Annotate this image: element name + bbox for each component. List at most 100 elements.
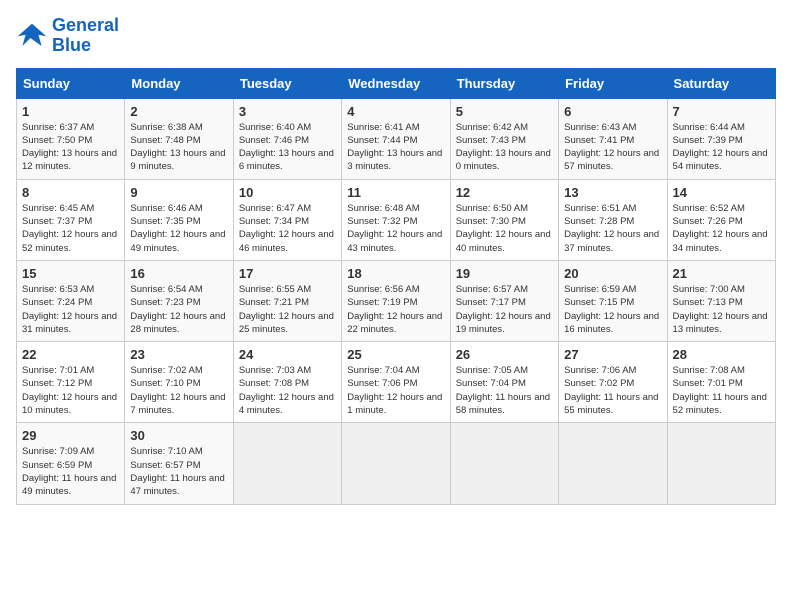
logo-icon	[16, 22, 48, 50]
calendar-cell: 15 Sunrise: 6:53 AMSunset: 7:24 PMDaylig…	[17, 260, 125, 341]
day-number: 24	[239, 347, 336, 362]
day-number: 11	[347, 185, 444, 200]
day-number: 9	[130, 185, 227, 200]
day-number: 14	[673, 185, 770, 200]
calendar-cell: 29 Sunrise: 7:09 AMSunset: 6:59 PMDaylig…	[17, 423, 125, 504]
day-detail: Sunrise: 6:54 AMSunset: 7:23 PMDaylight:…	[130, 284, 225, 335]
day-detail: Sunrise: 6:56 AMSunset: 7:19 PMDaylight:…	[347, 284, 442, 335]
day-number: 10	[239, 185, 336, 200]
day-number: 26	[456, 347, 553, 362]
day-number: 15	[22, 266, 119, 281]
calendar-cell: 7 Sunrise: 6:44 AMSunset: 7:39 PMDayligh…	[667, 98, 775, 179]
day-number: 17	[239, 266, 336, 281]
day-number: 12	[456, 185, 553, 200]
day-number: 18	[347, 266, 444, 281]
day-detail: Sunrise: 6:52 AMSunset: 7:26 PMDaylight:…	[673, 203, 768, 254]
day-detail: Sunrise: 7:02 AMSunset: 7:10 PMDaylight:…	[130, 365, 225, 416]
calendar-cell: 12 Sunrise: 6:50 AMSunset: 7:30 PMDaylig…	[450, 179, 558, 260]
weekday-header: Friday	[559, 68, 667, 98]
day-detail: Sunrise: 6:57 AMSunset: 7:17 PMDaylight:…	[456, 284, 551, 335]
day-number: 22	[22, 347, 119, 362]
calendar-cell: 1 Sunrise: 6:37 AMSunset: 7:50 PMDayligh…	[17, 98, 125, 179]
calendar-week-row: 29 Sunrise: 7:09 AMSunset: 6:59 PMDaylig…	[17, 423, 776, 504]
day-number: 3	[239, 104, 336, 119]
calendar-cell	[450, 423, 558, 504]
calendar-table: SundayMondayTuesdayWednesdayThursdayFrid…	[16, 68, 776, 505]
day-detail: Sunrise: 6:37 AMSunset: 7:50 PMDaylight:…	[22, 122, 117, 173]
day-number: 21	[673, 266, 770, 281]
calendar-cell: 9 Sunrise: 6:46 AMSunset: 7:35 PMDayligh…	[125, 179, 233, 260]
calendar-cell	[559, 423, 667, 504]
day-detail: Sunrise: 6:50 AMSunset: 7:30 PMDaylight:…	[456, 203, 551, 254]
calendar-cell: 25 Sunrise: 7:04 AMSunset: 7:06 PMDaylig…	[342, 342, 450, 423]
calendar-cell: 10 Sunrise: 6:47 AMSunset: 7:34 PMDaylig…	[233, 179, 341, 260]
day-number: 5	[456, 104, 553, 119]
calendar-cell: 2 Sunrise: 6:38 AMSunset: 7:48 PMDayligh…	[125, 98, 233, 179]
day-detail: Sunrise: 6:38 AMSunset: 7:48 PMDaylight:…	[130, 122, 225, 173]
calendar-cell: 4 Sunrise: 6:41 AMSunset: 7:44 PMDayligh…	[342, 98, 450, 179]
weekday-header: Saturday	[667, 68, 775, 98]
calendar-cell: 17 Sunrise: 6:55 AMSunset: 7:21 PMDaylig…	[233, 260, 341, 341]
day-detail: Sunrise: 6:47 AMSunset: 7:34 PMDaylight:…	[239, 203, 334, 254]
weekday-header: Monday	[125, 68, 233, 98]
weekday-row: SundayMondayTuesdayWednesdayThursdayFrid…	[17, 68, 776, 98]
day-detail: Sunrise: 6:46 AMSunset: 7:35 PMDaylight:…	[130, 203, 225, 254]
calendar-cell: 16 Sunrise: 6:54 AMSunset: 7:23 PMDaylig…	[125, 260, 233, 341]
calendar-cell: 6 Sunrise: 6:43 AMSunset: 7:41 PMDayligh…	[559, 98, 667, 179]
calendar-cell: 20 Sunrise: 6:59 AMSunset: 7:15 PMDaylig…	[559, 260, 667, 341]
calendar-cell: 24 Sunrise: 7:03 AMSunset: 7:08 PMDaylig…	[233, 342, 341, 423]
day-detail: Sunrise: 6:45 AMSunset: 7:37 PMDaylight:…	[22, 203, 117, 254]
weekday-header: Wednesday	[342, 68, 450, 98]
calendar-cell: 22 Sunrise: 7:01 AMSunset: 7:12 PMDaylig…	[17, 342, 125, 423]
weekday-header: Tuesday	[233, 68, 341, 98]
day-detail: Sunrise: 7:09 AMSunset: 6:59 PMDaylight:…	[22, 446, 116, 497]
day-number: 25	[347, 347, 444, 362]
calendar-cell: 28 Sunrise: 7:08 AMSunset: 7:01 PMDaylig…	[667, 342, 775, 423]
day-detail: Sunrise: 6:59 AMSunset: 7:15 PMDaylight:…	[564, 284, 659, 335]
day-detail: Sunrise: 7:08 AMSunset: 7:01 PMDaylight:…	[673, 365, 767, 416]
day-number: 28	[673, 347, 770, 362]
day-number: 1	[22, 104, 119, 119]
calendar-week-row: 1 Sunrise: 6:37 AMSunset: 7:50 PMDayligh…	[17, 98, 776, 179]
calendar-cell: 14 Sunrise: 6:52 AMSunset: 7:26 PMDaylig…	[667, 179, 775, 260]
day-number: 6	[564, 104, 661, 119]
calendar-cell: 30 Sunrise: 7:10 AMSunset: 6:57 PMDaylig…	[125, 423, 233, 504]
day-detail: Sunrise: 7:06 AMSunset: 7:02 PMDaylight:…	[564, 365, 658, 416]
day-detail: Sunrise: 7:04 AMSunset: 7:06 PMDaylight:…	[347, 365, 442, 416]
day-detail: Sunrise: 6:53 AMSunset: 7:24 PMDaylight:…	[22, 284, 117, 335]
calendar-body: 1 Sunrise: 6:37 AMSunset: 7:50 PMDayligh…	[17, 98, 776, 504]
calendar-cell: 23 Sunrise: 7:02 AMSunset: 7:10 PMDaylig…	[125, 342, 233, 423]
day-number: 23	[130, 347, 227, 362]
day-number: 19	[456, 266, 553, 281]
day-detail: Sunrise: 6:43 AMSunset: 7:41 PMDaylight:…	[564, 122, 659, 173]
day-number: 13	[564, 185, 661, 200]
calendar-cell: 13 Sunrise: 6:51 AMSunset: 7:28 PMDaylig…	[559, 179, 667, 260]
day-detail: Sunrise: 6:55 AMSunset: 7:21 PMDaylight:…	[239, 284, 334, 335]
calendar-cell	[342, 423, 450, 504]
calendar-cell: 21 Sunrise: 7:00 AMSunset: 7:13 PMDaylig…	[667, 260, 775, 341]
day-detail: Sunrise: 6:42 AMSunset: 7:43 PMDaylight:…	[456, 122, 551, 173]
calendar-week-row: 8 Sunrise: 6:45 AMSunset: 7:37 PMDayligh…	[17, 179, 776, 260]
day-detail: Sunrise: 6:48 AMSunset: 7:32 PMDaylight:…	[347, 203, 442, 254]
calendar-cell: 5 Sunrise: 6:42 AMSunset: 7:43 PMDayligh…	[450, 98, 558, 179]
day-detail: Sunrise: 6:44 AMSunset: 7:39 PMDaylight:…	[673, 122, 768, 173]
logo-text: General Blue	[52, 16, 119, 56]
logo: General Blue	[16, 16, 119, 56]
day-detail: Sunrise: 7:10 AMSunset: 6:57 PMDaylight:…	[130, 446, 224, 497]
day-detail: Sunrise: 6:40 AMSunset: 7:46 PMDaylight:…	[239, 122, 334, 173]
day-number: 8	[22, 185, 119, 200]
calendar-cell	[667, 423, 775, 504]
day-number: 2	[130, 104, 227, 119]
day-number: 30	[130, 428, 227, 443]
day-number: 7	[673, 104, 770, 119]
calendar-cell: 26 Sunrise: 7:05 AMSunset: 7:04 PMDaylig…	[450, 342, 558, 423]
calendar-cell: 27 Sunrise: 7:06 AMSunset: 7:02 PMDaylig…	[559, 342, 667, 423]
day-detail: Sunrise: 7:05 AMSunset: 7:04 PMDaylight:…	[456, 365, 550, 416]
day-detail: Sunrise: 7:01 AMSunset: 7:12 PMDaylight:…	[22, 365, 117, 416]
day-number: 29	[22, 428, 119, 443]
calendar-cell: 18 Sunrise: 6:56 AMSunset: 7:19 PMDaylig…	[342, 260, 450, 341]
day-number: 4	[347, 104, 444, 119]
day-number: 27	[564, 347, 661, 362]
day-detail: Sunrise: 6:41 AMSunset: 7:44 PMDaylight:…	[347, 122, 442, 173]
day-number: 20	[564, 266, 661, 281]
